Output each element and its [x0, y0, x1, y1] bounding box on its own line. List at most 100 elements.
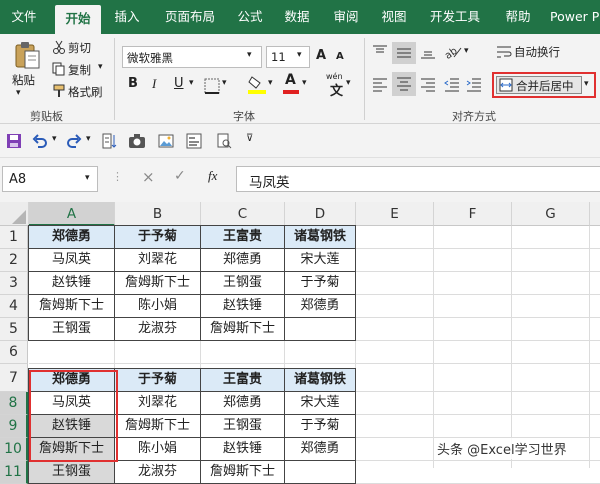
table-cell[interactable]: 刘翠花: [114, 248, 201, 272]
table-cell[interactable]: 陈小娟: [114, 437, 201, 461]
merge-center-button[interactable]: 合并后居中: [496, 76, 582, 94]
table-header-cell[interactable]: 于予菊: [114, 225, 201, 249]
tab-developer[interactable]: 开发工具: [422, 0, 488, 34]
table-cell[interactable]: 赵铁锤: [28, 271, 115, 295]
table-cell[interactable]: 郑德勇: [284, 437, 356, 461]
table-cell[interactable]: 刘翠花: [114, 391, 201, 415]
row-header-1[interactable]: 1: [0, 226, 28, 249]
copy-icon[interactable]: [52, 62, 66, 79]
underline-button[interactable]: U: [174, 76, 184, 91]
undo-icon[interactable]: [32, 133, 48, 152]
italic-button[interactable]: I: [152, 76, 156, 92]
row-header-5[interactable]: 5: [0, 318, 28, 341]
tab-data[interactable]: 数据: [277, 0, 317, 34]
table-cell[interactable]: 赵铁锤: [200, 437, 285, 461]
table-cell[interactable]: 马凤英: [28, 248, 115, 272]
camera-icon[interactable]: [128, 133, 146, 152]
table-cell[interactable]: 詹姆斯下士: [114, 414, 201, 438]
customize-qat-icon[interactable]: ⊽: [246, 133, 253, 144]
format-painter-icon[interactable]: [52, 84, 66, 101]
picture-icon[interactable]: [158, 133, 174, 152]
undo-dropdown-icon[interactable]: ▾: [52, 134, 57, 144]
table-cell[interactable]: [284, 460, 356, 484]
column-header-h[interactable]: [590, 202, 600, 226]
table-header-cell[interactable]: 于予菊: [114, 368, 201, 392]
borders-icon[interactable]: [204, 78, 220, 97]
font-size-box[interactable]: 11 ▾: [266, 46, 310, 68]
cancel-entry-icon[interactable]: ×: [142, 168, 155, 186]
bold-button[interactable]: B: [128, 76, 138, 91]
row-header-7[interactable]: 7: [0, 364, 28, 392]
worksheet-grid[interactable]: A B C D E F G 1 2 3 4 5 6 7 8 9 10 11 郑德勇 于予菊 王富贵 诸葛钢…: [0, 202, 600, 484]
formula-input[interactable]: 马凤英: [236, 166, 600, 192]
table-cell[interactable]: 于予菊: [284, 271, 356, 295]
cut-button[interactable]: 剪切: [68, 40, 91, 56]
tab-review[interactable]: 审阅: [326, 0, 366, 34]
table-cell[interactable]: 郑德勇: [200, 391, 285, 415]
table-cell[interactable]: 陈小娟: [114, 294, 201, 318]
table-header-cell[interactable]: 郑德勇: [28, 368, 115, 392]
table-cell[interactable]: 王钢蛋: [200, 414, 285, 438]
align-center-button[interactable]: [392, 72, 416, 96]
table-cell[interactable]: 詹姆斯下士: [28, 437, 115, 461]
tab-help[interactable]: 帮助: [498, 0, 538, 34]
tab-page-layout[interactable]: 页面布局: [155, 0, 225, 34]
paste-button[interactable]: 粘贴: [12, 72, 35, 88]
tab-power-pivot[interactable]: Power P: [550, 0, 600, 34]
table-cell[interactable]: 宋大莲: [284, 248, 356, 272]
table-cell[interactable]: 王钢蛋: [28, 460, 115, 484]
tab-home[interactable]: 开始: [55, 5, 101, 34]
fill-color-icon[interactable]: [248, 74, 266, 97]
chevron-down-icon[interactable]: ▾: [247, 50, 252, 60]
column-header-f[interactable]: F: [434, 202, 512, 226]
borders-dropdown-icon[interactable]: ▾: [222, 78, 227, 88]
tab-insert[interactable]: 插入: [106, 0, 148, 34]
orientation-dropdown-icon[interactable]: ▾: [464, 46, 469, 56]
redo-icon[interactable]: [66, 133, 82, 152]
table-cell[interactable]: 詹姆斯下士: [200, 460, 285, 484]
copy-dropdown-icon[interactable]: ▾: [98, 62, 103, 72]
table-cell[interactable]: 詹姆斯下士: [114, 271, 201, 295]
row-header-11[interactable]: 11: [0, 461, 28, 484]
table-cell[interactable]: 马凤英: [28, 391, 115, 415]
enter-entry-icon[interactable]: ✓: [174, 168, 186, 184]
decrease-indent-icon[interactable]: [444, 76, 460, 95]
format-painter-button[interactable]: 格式刷: [68, 84, 103, 100]
font-color-dropdown-icon[interactable]: ▾: [302, 78, 307, 88]
merge-dropdown-icon[interactable]: ▾: [584, 79, 589, 89]
table-cell[interactable]: 詹姆斯下士: [200, 317, 285, 341]
align-middle-button[interactable]: [392, 42, 416, 64]
table-cell[interactable]: 赵铁锤: [200, 294, 285, 318]
sort-icon[interactable]: [102, 133, 118, 152]
table-cell[interactable]: 宋大莲: [284, 391, 356, 415]
column-header-a[interactable]: A: [29, 202, 115, 226]
tab-file[interactable]: 文件: [0, 0, 48, 34]
align-left-icon[interactable]: [372, 76, 388, 95]
formula-bar-grip-icon[interactable]: ⋮: [112, 170, 123, 183]
copy-button[interactable]: 复制: [68, 62, 91, 78]
table-header-cell[interactable]: 王富贵: [200, 225, 285, 249]
table-cell[interactable]: 龙淑芬: [114, 317, 201, 341]
table-cell[interactable]: [284, 317, 356, 341]
paste-icon[interactable]: [12, 40, 42, 73]
font-name-box[interactable]: 微软雅黑 ▾: [122, 46, 262, 68]
column-header-e[interactable]: E: [356, 202, 434, 226]
align-bottom-icon[interactable]: [420, 44, 436, 63]
phonetic-dropdown-icon[interactable]: ▾: [346, 78, 351, 88]
table-cell[interactable]: 郑德勇: [200, 248, 285, 272]
table-cell[interactable]: 赵铁锤: [28, 414, 115, 438]
chevron-down-icon[interactable]: ▾: [297, 50, 302, 60]
row-header-10[interactable]: 10: [0, 438, 28, 461]
tab-view[interactable]: 视图: [374, 0, 414, 34]
table-header-cell[interactable]: 诸葛钢铁: [284, 225, 356, 249]
orientation-icon[interactable]: ab: [443, 44, 462, 63]
row-header-2[interactable]: 2: [0, 249, 28, 272]
table-cell[interactable]: 龙淑芬: [114, 460, 201, 484]
table-header-cell[interactable]: 诸葛钢铁: [284, 368, 356, 392]
font-color-button[interactable]: A: [285, 72, 296, 88]
print-preview-icon[interactable]: [216, 133, 232, 152]
column-header-c[interactable]: C: [201, 202, 285, 226]
table-cell[interactable]: 王钢蛋: [200, 271, 285, 295]
row-header-6[interactable]: 6: [0, 341, 28, 364]
paste-dropdown-icon[interactable]: ▾: [16, 88, 21, 98]
